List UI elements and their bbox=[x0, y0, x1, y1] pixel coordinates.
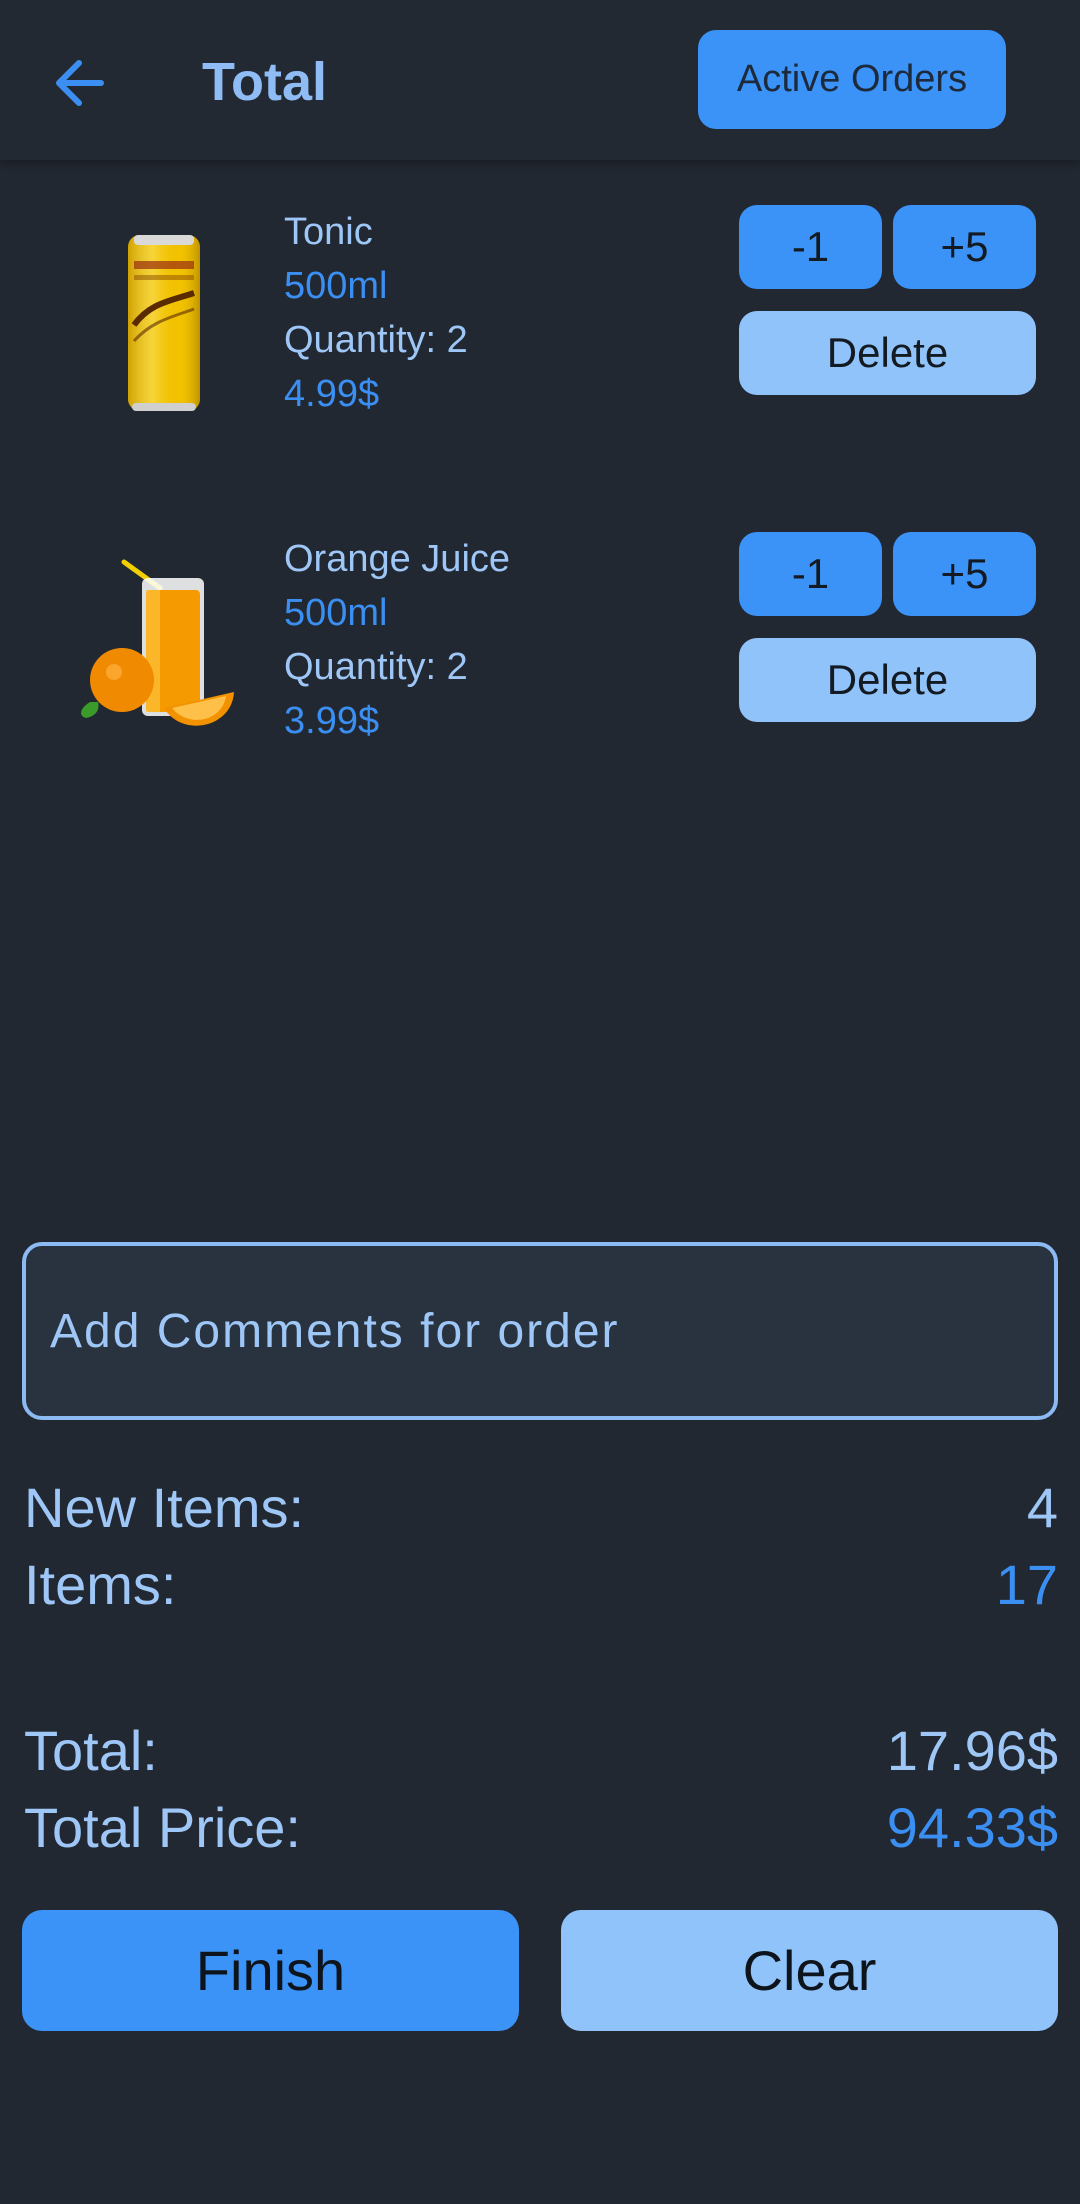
items-row: Items: 17 bbox=[24, 1550, 1058, 1620]
delete-button[interactable]: Delete bbox=[739, 638, 1036, 722]
finish-button[interactable]: Finish bbox=[22, 1910, 519, 2031]
item-details: Orange Juice 500ml Quantity: 2 3.99$ bbox=[284, 532, 510, 748]
item-quantity: Quantity: 2 bbox=[284, 319, 468, 361]
increment-button[interactable]: +5 bbox=[893, 532, 1036, 616]
items-value: 17 bbox=[995, 1553, 1058, 1616]
page-title: Total bbox=[202, 52, 327, 112]
order-item: Tonic 500ml Quantity: 2 4.99$ -1 +5 Dele… bbox=[0, 205, 1080, 445]
back-button[interactable] bbox=[40, 44, 118, 122]
active-orders-button[interactable]: Active Orders bbox=[698, 30, 1006, 129]
delete-button[interactable]: Delete bbox=[739, 311, 1036, 395]
decrement-button[interactable]: -1 bbox=[739, 205, 882, 289]
arrow-left-icon bbox=[56, 60, 104, 106]
items-label: Items: bbox=[24, 1553, 177, 1616]
comments-field-wrapper bbox=[22, 1242, 1058, 1420]
item-size: 500ml bbox=[284, 265, 388, 307]
item-name: Tonic bbox=[284, 211, 373, 253]
total-price-value: 94.33$ bbox=[886, 1796, 1058, 1859]
total-price-label: Total Price: bbox=[24, 1796, 301, 1859]
top-bar: Total Active Orders bbox=[0, 0, 1080, 160]
comments-input[interactable] bbox=[50, 1246, 1054, 1416]
decrement-button[interactable]: -1 bbox=[739, 532, 882, 616]
order-item: Orange Juice 500ml Quantity: 2 3.99$ -1 … bbox=[0, 532, 1080, 772]
total-value: 17.96$ bbox=[886, 1719, 1058, 1782]
item-price: 3.99$ bbox=[284, 700, 380, 742]
orange-juice-image bbox=[72, 532, 262, 742]
total-row: Total: 17.96$ bbox=[24, 1716, 1058, 1786]
item-quantity: Quantity: 2 bbox=[284, 646, 468, 688]
item-name: Orange Juice bbox=[284, 538, 511, 580]
increment-button[interactable]: +5 bbox=[893, 205, 1036, 289]
total-price-row: Total Price: 94.33$ bbox=[24, 1793, 1058, 1863]
new-items-row: New Items: 4 bbox=[24, 1473, 1058, 1543]
clear-button[interactable]: Clear bbox=[561, 1910, 1058, 2031]
item-size: 500ml bbox=[284, 592, 388, 634]
item-price: 4.99$ bbox=[284, 373, 380, 415]
item-details: Tonic 500ml Quantity: 2 4.99$ bbox=[284, 205, 468, 421]
new-items-value: 4 bbox=[1026, 1476, 1058, 1539]
new-items-label: New Items: bbox=[24, 1476, 305, 1539]
app-root: Total Active Orders Tonic 500ml Quantity… bbox=[0, 0, 1080, 2204]
total-label: Total: bbox=[24, 1719, 158, 1782]
tonic-can-image bbox=[72, 205, 262, 415]
